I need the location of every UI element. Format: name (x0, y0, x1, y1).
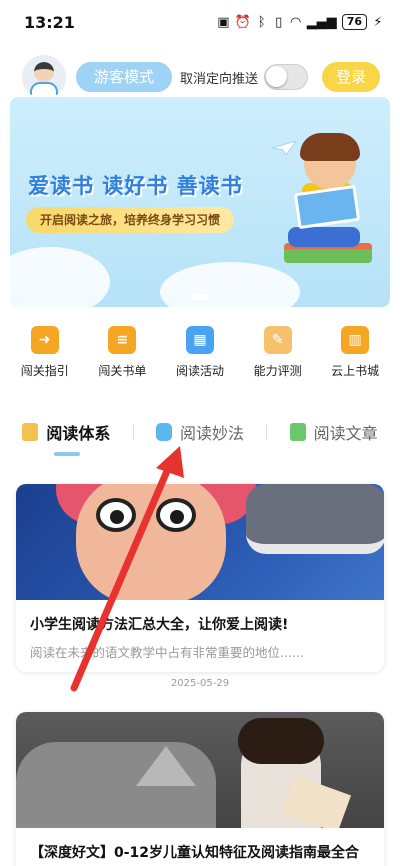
carousel-indicator[interactable] (192, 294, 208, 300)
thumbnail-eye (96, 498, 136, 532)
avatar[interactable] (22, 55, 66, 99)
book-list-icon: ≡ (108, 326, 137, 354)
quick-nav-label: 云上书城 (331, 364, 380, 378)
status-time: 13:21 (24, 12, 75, 32)
toggle-knob (266, 66, 288, 87)
tab-label: 阅读文章 (313, 424, 378, 443)
quick-nav: ➜ 闯关指引 ≡ 闯关书单 ▦ 阅读活动 ✎ 能力评测 ▥ 云上书城 (0, 326, 400, 386)
quick-nav-label: 能力评测 (253, 364, 302, 378)
paper-scroll-icon: ✎ (263, 326, 292, 354)
cloud-decoration (160, 262, 300, 307)
tab-label: 阅读妙法 (180, 424, 245, 443)
nfc-icon: ▣ (217, 14, 230, 30)
alarm-icon: ⏰ (234, 14, 251, 30)
tab-reading-system[interactable]: 阅读体系 (0, 410, 133, 456)
tv-icon (156, 423, 172, 441)
article-thumbnail (16, 712, 384, 828)
status-icons: ▣ ⏰ ᛒ ▯ ◠ ▂▄▆ 76 ⚡ (217, 14, 384, 30)
tab-label: 阅读体系 (46, 424, 111, 443)
quick-nav-item-assessment[interactable]: ✎ 能力评测 (243, 326, 313, 386)
battery-indicator: 76 (341, 14, 367, 30)
avatar-head (34, 62, 54, 82)
article-card[interactable]: 【深度好文】0-12岁儿童认知特征及阅读指南最全合 (16, 712, 384, 866)
quick-nav-item-activities[interactable]: ▦ 阅读活动 (165, 326, 235, 386)
article-description: 阅读在未来的语文教学中占有非常重要的地位...... (30, 645, 304, 660)
active-tab-indicator (54, 452, 80, 456)
quick-nav-label: 阅读活动 (175, 364, 224, 378)
signal-icon: ▂▄▆ (306, 14, 337, 30)
bookshelf-icon: ▥ (341, 326, 370, 354)
kid-hair (300, 133, 360, 161)
quick-nav-item-bookstore[interactable]: ▥ 云上书城 (320, 326, 390, 386)
kid-legs (288, 227, 360, 247)
kid-book (293, 184, 361, 230)
vibrate-icon: ▯ (275, 14, 283, 30)
charging-icon: ⚡ (373, 14, 383, 30)
wifi-icon: ◠ (290, 14, 302, 30)
guest-mode-button[interactable]: 游客模式 (76, 62, 173, 92)
banner-subtitle: 开启阅读之旅，培养终身学习习惯 (26, 207, 235, 233)
thumbnail-shoe (246, 484, 384, 554)
calendar-icon: ▦ (185, 326, 214, 354)
thumbnail-eye (156, 498, 196, 532)
push-toggle[interactable] (264, 64, 309, 90)
status-bar: 13:21 ▣ ⏰ ᛒ ▯ ◠ ▂▄▆ 76 ⚡ (0, 0, 400, 44)
promo-banner[interactable]: 爱读书 读好书 善读书 开启阅读之旅，培养终身学习习惯 (10, 97, 390, 307)
login-button[interactable]: 登录 (321, 62, 380, 92)
tab-reading-articles[interactable]: 阅读文章 (267, 410, 400, 454)
push-toggle-label: 取消定向推送 (180, 71, 259, 87)
banner-title: 爱读书 读好书 善读书 (28, 174, 243, 198)
cloud-decoration (10, 247, 110, 307)
paper-plane-icon (272, 141, 296, 155)
quick-nav-item-guide[interactable]: ➜ 闯关指引 (10, 326, 80, 386)
reading-system-icon (22, 423, 39, 441)
bluetooth-icon: ᛒ (257, 14, 266, 30)
tab-reading-methods[interactable]: 阅读妙法 (134, 410, 267, 454)
content-tabs: 阅读体系 阅读妙法 阅读文章 (0, 410, 400, 456)
arrow-right-doc-icon: ➜ (30, 326, 59, 354)
article-title: 小学生阅读方法汇总大全，让你爱上阅读! (30, 617, 289, 633)
quick-nav-label: 闯关指引 (20, 364, 69, 378)
article-icon (289, 423, 306, 441)
article-card[interactable]: 小学生阅读方法汇总大全，让你爱上阅读! 阅读在未来的语文教学中占有非常重要的地位… (16, 484, 384, 672)
article-thumbnail (16, 484, 384, 600)
quick-nav-label: 闯关书单 (98, 364, 147, 378)
thumbnail-hair (238, 718, 324, 764)
article-title: 【深度好文】0-12岁儿童认知特征及阅读指南最全合 (30, 845, 360, 861)
article-date: 2025-05-29 (170, 678, 230, 689)
thumbnail-face (76, 484, 226, 600)
quick-nav-item-booklist[interactable]: ≡ 闯关书单 (87, 326, 157, 386)
